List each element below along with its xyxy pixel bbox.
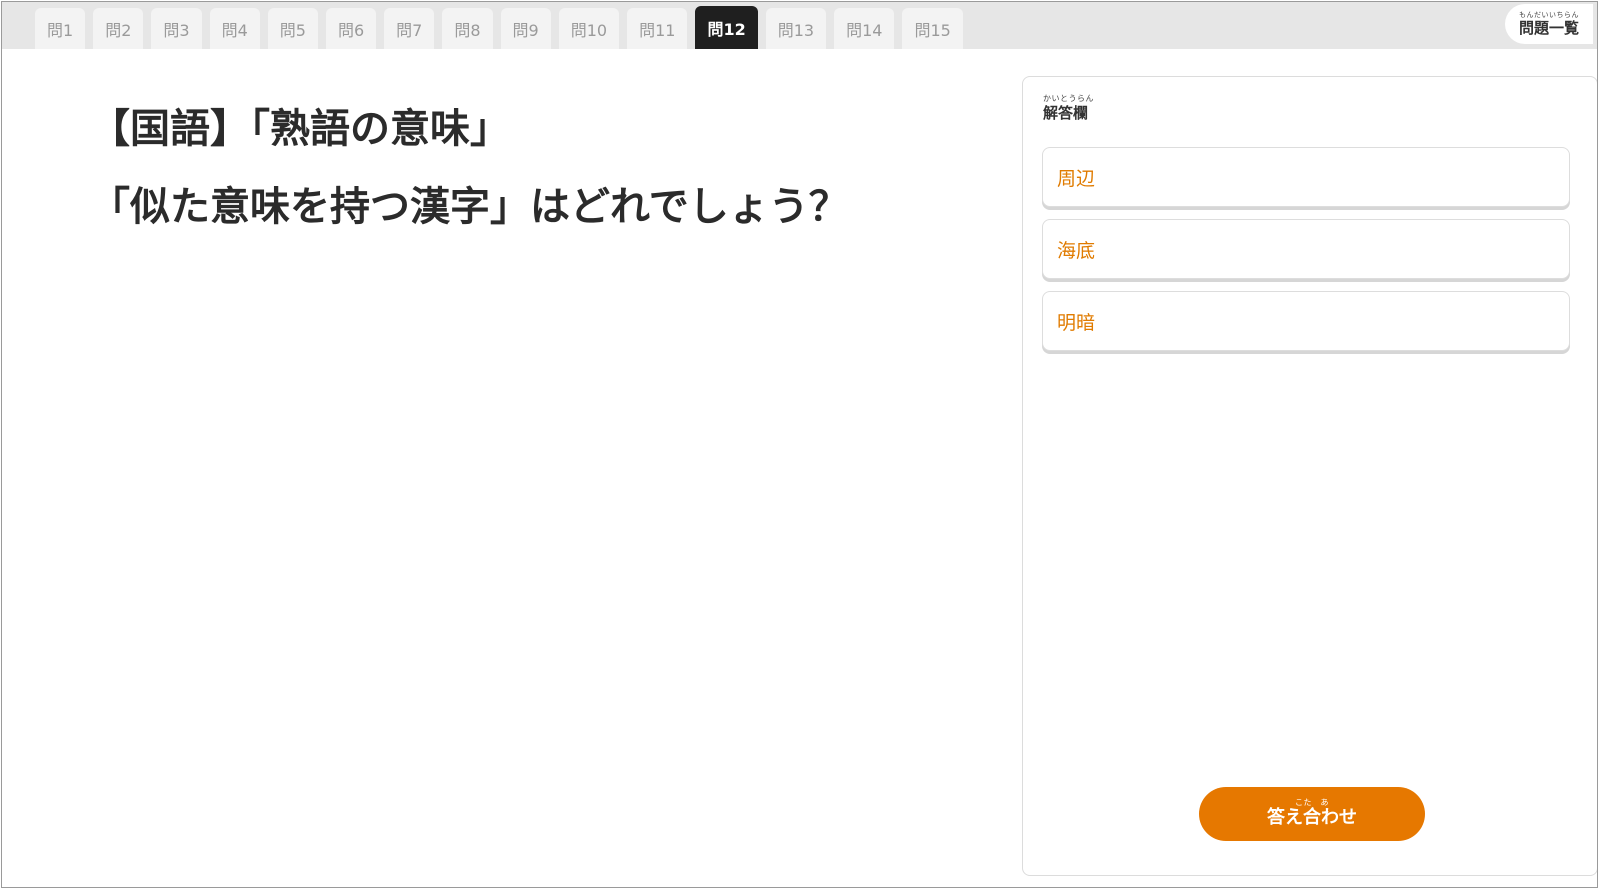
- problem-list-button[interactable]: もんだいいちらん 問題一覧: [1504, 4, 1593, 44]
- problem-list-label: 問題一覧: [1518, 19, 1579, 37]
- check-answer-ruby: こた あ: [1295, 798, 1329, 807]
- app-frame: 問1 問2 問3 問4 問5 問6 問7 問8 問9 問10 問11 問12 問…: [1, 1, 1598, 888]
- choice-1[interactable]: 周辺: [1042, 147, 1570, 207]
- check-answer-label: 答え合わせ: [1267, 807, 1357, 828]
- tab-q14[interactable]: 問14: [834, 8, 895, 49]
- tab-q12-active[interactable]: 問12: [695, 6, 758, 49]
- choice-3[interactable]: 明暗: [1042, 291, 1570, 351]
- tab-q5[interactable]: 問5: [267, 8, 318, 49]
- tab-q1[interactable]: 問1: [35, 8, 86, 49]
- question-tabs: 問1 問2 問3 問4 問5 問6 問7 問8 問9 問10 問11 問12 問…: [35, 6, 963, 49]
- tab-q11[interactable]: 問11: [627, 8, 688, 49]
- tab-q2[interactable]: 問2: [93, 8, 144, 49]
- question-tab-bar: 問1 問2 問3 問4 問5 問6 問7 問8 問9 問10 問11 問12 問…: [2, 2, 1597, 49]
- check-answer-button[interactable]: こた あ 答え合わせ: [1199, 787, 1425, 841]
- problem-list-ruby: もんだいいちらん: [1518, 11, 1579, 19]
- answer-panel: かいとうらん 解答欄 周辺 海底 明暗 こた あ 答え合わせ: [1022, 76, 1597, 876]
- question-line-1: 【国語】「熟語の意味」: [90, 106, 510, 152]
- tab-q7[interactable]: 問7: [384, 8, 435, 49]
- tab-q8[interactable]: 問8: [442, 8, 493, 49]
- question-line-2: 「似た意味を持つ漢字」はどれでしょう？: [90, 184, 849, 230]
- tab-q4[interactable]: 問4: [209, 8, 260, 49]
- tab-q6[interactable]: 問6: [325, 8, 377, 49]
- tab-q3[interactable]: 問3: [151, 8, 202, 49]
- answer-panel-title: かいとうらん 解答欄: [1043, 95, 1094, 123]
- choice-2[interactable]: 海底: [1042, 219, 1570, 279]
- answer-panel-title-text: 解答欄: [1043, 104, 1089, 122]
- question-text: 【国語】「熟語の意味」 「似た意味を持つ漢字」はどれでしょう？: [90, 90, 849, 246]
- answer-choices: 周辺 海底 明暗: [1042, 147, 1570, 351]
- tab-q9[interactable]: 問9: [500, 8, 551, 49]
- tab-q10[interactable]: 問10: [558, 8, 620, 49]
- tab-q13[interactable]: 問13: [765, 8, 827, 49]
- tab-q15[interactable]: 問15: [902, 8, 963, 49]
- answer-panel-title-ruby: かいとうらん: [1043, 94, 1094, 103]
